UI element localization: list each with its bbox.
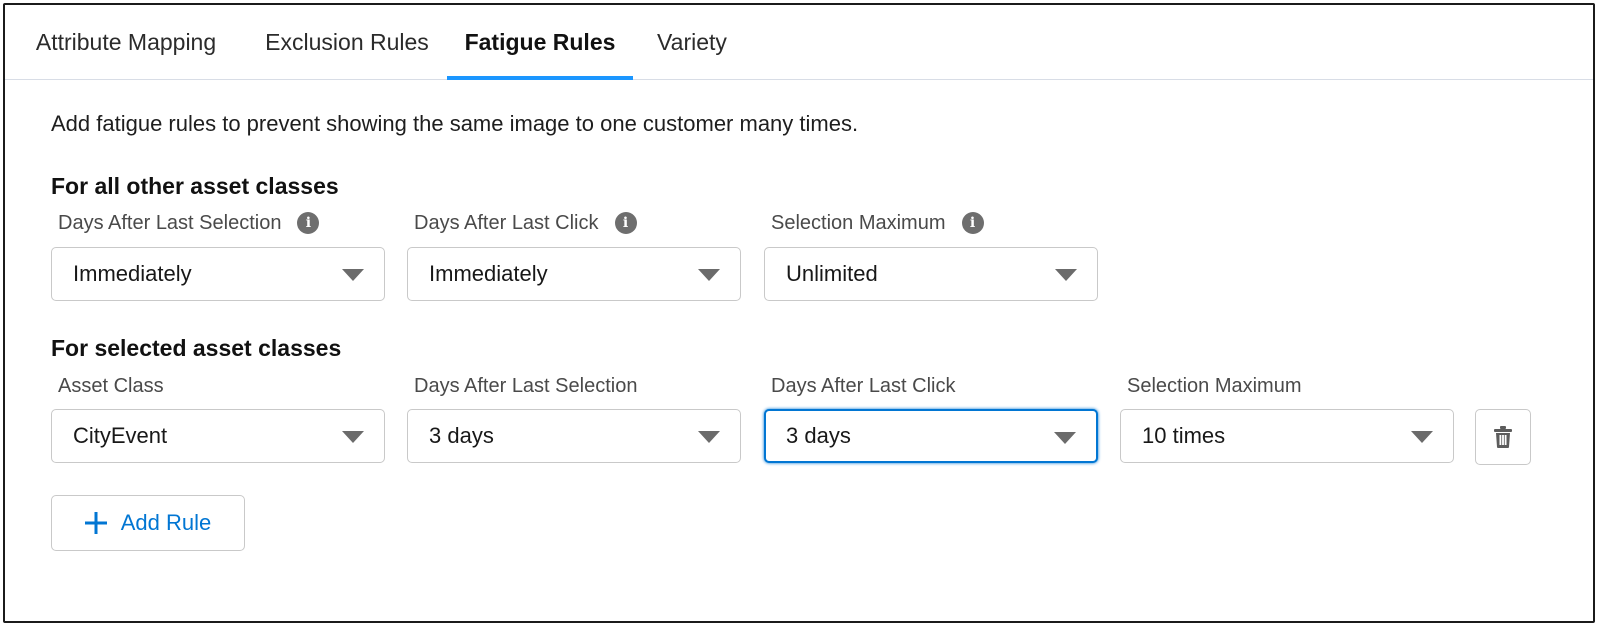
column-label-days-after-click: Days After Last Click: [771, 375, 956, 397]
fatigue-rules-panel: Attribute Mapping Exclusion Rules Fatigu…: [3, 3, 1595, 623]
field-label-text: Days After Last Click: [414, 212, 599, 234]
select-value: Immediately: [429, 261, 548, 286]
days-after-click-select[interactable]: Immediately: [407, 247, 741, 301]
info-icon[interactable]: i: [614, 211, 637, 234]
chevron-down-icon: [1054, 432, 1076, 444]
chevron-down-icon: [1411, 431, 1433, 443]
field-label-text: Days After Last Selection: [58, 212, 282, 234]
field-label-text: Selection Maximum: [771, 212, 946, 234]
select-value: 3 days: [786, 423, 851, 448]
section-title-selected-classes: For selected asset classes: [51, 335, 342, 361]
field-label-days-after-click: Days After Last Click i: [414, 211, 637, 235]
page-description: Add fatigue rules to prevent showing the…: [51, 111, 859, 136]
tab-fatigue-rules[interactable]: Fatigue Rules: [447, 5, 633, 80]
delete-rule-button[interactable]: [1475, 409, 1531, 465]
tab-bar: Attribute Mapping Exclusion Rules Fatigu…: [5, 5, 1593, 80]
asset-class-select[interactable]: CityEvent: [51, 409, 385, 463]
select-value: Immediately: [73, 261, 192, 286]
trash-icon: [1494, 426, 1512, 448]
rule-selection-maximum-select[interactable]: 10 times: [1120, 409, 1454, 463]
chevron-down-icon: [698, 269, 720, 281]
section-title-all-classes: For all other asset classes: [51, 173, 339, 199]
info-icon[interactable]: i: [961, 211, 984, 234]
column-label-days-after-selection: Days After Last Selection: [414, 375, 638, 397]
select-value: 10 times: [1142, 423, 1226, 448]
rule-days-after-selection-select[interactable]: 3 days: [407, 409, 741, 463]
info-icon[interactable]: i: [297, 211, 320, 234]
chevron-down-icon: [342, 269, 364, 281]
field-label-days-after-selection: Days After Last Selection i: [58, 211, 320, 235]
add-rule-label: Add Rule: [120, 510, 212, 535]
chevron-down-icon: [1055, 269, 1077, 281]
tab-exclusion-rules[interactable]: Exclusion Rules: [263, 5, 431, 79]
column-label-asset-class: Asset Class: [58, 375, 164, 397]
chevron-down-icon: [342, 431, 364, 443]
selection-maximum-select[interactable]: Unlimited: [764, 247, 1098, 301]
add-rule-button[interactable]: Add Rule: [51, 495, 245, 551]
tab-attribute-mapping[interactable]: Attribute Mapping: [27, 5, 225, 79]
chevron-down-icon: [698, 431, 720, 443]
select-value: CityEvent: [73, 423, 168, 448]
rule-days-after-click-select[interactable]: 3 days: [764, 409, 1098, 463]
select-value: 3 days: [429, 423, 494, 448]
column-label-selection-maximum: Selection Maximum: [1127, 375, 1302, 397]
select-value: Unlimited: [786, 261, 878, 286]
days-after-selection-select[interactable]: Immediately: [51, 247, 385, 301]
plus-icon: [84, 512, 107, 534]
tab-variety[interactable]: Variety: [651, 5, 733, 79]
field-label-selection-maximum: Selection Maximum i: [771, 211, 984, 235]
